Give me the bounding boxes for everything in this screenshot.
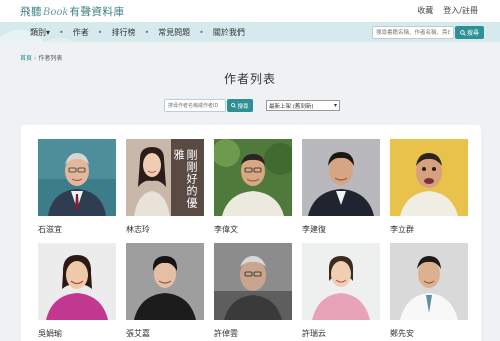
author-photo: [302, 139, 380, 216]
author-photo: [214, 243, 292, 320]
login-register-link[interactable]: 登入/註冊: [443, 5, 478, 16]
author-name: 林志玲: [126, 225, 150, 234]
logo-text-book: Book: [43, 7, 69, 18]
top-links: 收藏 登入/註冊: [417, 5, 478, 16]
logo-text-suffix: 有聲資料庫: [69, 6, 125, 18]
top-bar: 飛聽 Book 有聲資料庫 收藏 登入/註冊: [0, 0, 500, 22]
site-search-input[interactable]: [372, 26, 454, 39]
logo-text-prefix: 飛聽: [20, 6, 42, 18]
author-photo: 剛剛好的優雅: [126, 139, 204, 216]
author-name: 許瑞云: [302, 329, 326, 338]
nav-item-faq[interactable]: 常見問題: [158, 27, 190, 38]
site-logo[interactable]: 飛聽 Book 有聲資料庫: [20, 4, 124, 19]
breadcrumb: 首頁 › 作者列表: [20, 53, 62, 62]
nav-item-category[interactable]: 類別▾: [30, 27, 50, 38]
author-search-input[interactable]: [164, 99, 226, 112]
author-card[interactable]: 李偉文: [214, 139, 292, 235]
author-search-button[interactable]: 搜尋: [227, 99, 253, 112]
search-icon: [460, 29, 466, 36]
breadcrumb-current: 作者列表: [38, 55, 63, 62]
nav-item-ranking[interactable]: 排行榜: [111, 27, 135, 38]
breadcrumb-separator: ›: [34, 55, 37, 62]
nav-item-about[interactable]: 關於我們: [213, 27, 245, 38]
sort-select-value: 最新上架 (舊到新): [269, 103, 314, 110]
nav-separator: •: [144, 28, 150, 37]
nav-separator: •: [59, 28, 64, 37]
author-photo: [38, 139, 116, 216]
site-search-button-label: 搜尋: [466, 30, 479, 37]
author-photo: [390, 139, 468, 216]
author-name: 李建復: [302, 225, 326, 234]
author-photo: [302, 243, 380, 320]
author-name: 許倬雲: [214, 329, 238, 338]
site-search-button[interactable]: 搜尋: [455, 26, 484, 39]
author-grid: 石滋宜 剛剛好的優雅 林志玲 李偉文 李建復 李立群 吳娟瑜 張艾嘉 許倬雲 許…: [21, 125, 481, 341]
chevron-down-icon: ▾: [333, 102, 337, 109]
author-card[interactable]: 李建復: [302, 139, 380, 235]
author-card[interactable]: 吳娟瑜: [38, 243, 116, 339]
author-search-button-label: 搜尋: [237, 103, 249, 110]
author-name: 鄭先安: [390, 329, 414, 338]
author-card[interactable]: 剛剛好的優雅 林志玲: [126, 139, 204, 235]
author-photo: [390, 243, 468, 320]
author-photo: [126, 243, 204, 320]
nav-separator: •: [199, 28, 204, 37]
author-card[interactable]: 許瑞云: [302, 243, 380, 339]
favorites-link[interactable]: 收藏: [417, 5, 433, 16]
search-icon: [231, 103, 237, 108]
author-name: 吳娟瑜: [38, 329, 62, 338]
author-card[interactable]: 許倬雲: [214, 243, 292, 339]
author-name: 張艾嘉: [126, 329, 150, 338]
chevron-down-icon: ▾: [46, 28, 51, 37]
sort-select[interactable]: 最新上架 (舊到新) ▾: [266, 100, 340, 111]
poster-title-text: 剛剛好的優雅: [172, 149, 198, 209]
author-photo: [38, 243, 116, 320]
author-name: 李偉文: [214, 225, 238, 234]
breadcrumb-home[interactable]: 首頁: [20, 55, 32, 62]
author-card[interactable]: 張艾嘉: [126, 243, 204, 339]
author-card[interactable]: 鄭先安: [390, 243, 468, 339]
author-name: 李立群: [390, 225, 414, 234]
author-card[interactable]: 石滋宜: [38, 139, 116, 235]
author-name: 石滋宜: [38, 225, 62, 234]
main-nav: 類別▾ • 作者 • 排行榜 • 常見問題 • 關於我們 搜尋: [0, 22, 500, 42]
author-card[interactable]: 李立群: [390, 139, 468, 235]
nav-separator: •: [97, 28, 103, 37]
nav-item-author[interactable]: 作者: [73, 27, 89, 38]
author-photo: [214, 139, 292, 216]
page-title: 作者列表: [223, 72, 276, 86]
